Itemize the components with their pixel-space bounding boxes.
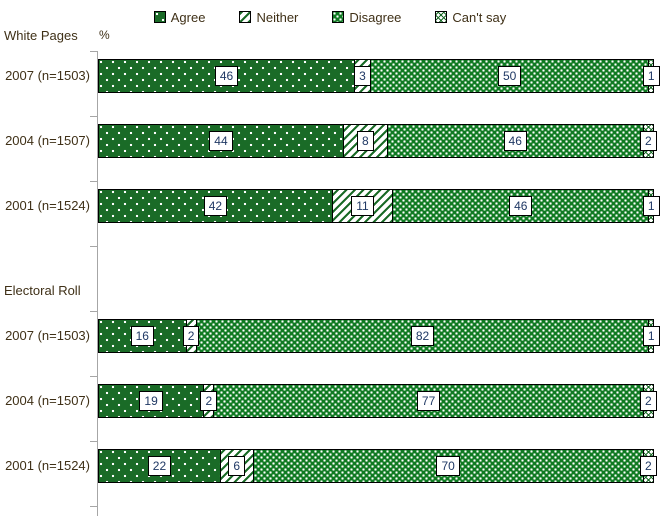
legend-item-label: Neither: [256, 9, 299, 25]
axis-tick: [90, 181, 97, 182]
group-label-white-pages: White Pages: [4, 28, 78, 43]
legend-item-label: Disagree: [349, 9, 402, 25]
bar-segment-agree[interactable]: 44: [98, 124, 344, 158]
category-label: 2004 (n=1507): [5, 393, 90, 408]
data-label: 19: [139, 391, 163, 411]
stacked-bar: 46 3 50 1: [98, 59, 660, 93]
data-label: 1: [642, 196, 660, 216]
legend-item-label: Can't say: [452, 9, 507, 25]
bar-segment-can-t-say[interactable]: 2: [640, 124, 657, 158]
data-label: 46: [214, 66, 239, 86]
category-label: 2007 (n=1503): [5, 68, 90, 83]
bar-segment-agree[interactable]: 19: [98, 384, 205, 418]
stacked-bar: 42 11 46 1: [98, 189, 660, 223]
bar-segment-neither[interactable]: 8: [342, 124, 388, 158]
data-label: 22: [147, 456, 172, 476]
legend-swatch-disagree: [332, 11, 345, 23]
axis-tick: [90, 116, 97, 117]
bar-segment-agree[interactable]: 42: [98, 189, 333, 223]
bar-segment-can-t-say[interactable]: 2: [640, 449, 657, 483]
data-label: 82: [410, 326, 435, 346]
data-label: 44: [209, 131, 233, 151]
legend-item-label: Agree: [170, 9, 206, 25]
axis-tick: [90, 506, 97, 507]
legend-swatch-cantsay: [435, 11, 448, 23]
data-label: 11: [351, 196, 374, 216]
bar-segment-disagree[interactable]: 77: [213, 384, 644, 418]
stacked-bar: 19 2 77 2: [98, 384, 657, 418]
data-label: 1: [642, 326, 660, 346]
bar-segment-can-t-say[interactable]: 1: [642, 189, 660, 223]
group-label-electoral-roll: Electoral Roll: [4, 283, 81, 298]
data-label: 2: [640, 456, 657, 476]
stacked-bar: 44 8 46 2: [98, 124, 657, 158]
data-label: 77: [416, 391, 441, 411]
data-label: 16: [130, 326, 154, 346]
data-label: 2: [640, 131, 657, 151]
data-label: 3: [354, 66, 371, 86]
bar-segment-can-t-say[interactable]: 2: [640, 384, 657, 418]
data-label: 50: [497, 66, 522, 86]
data-label: 2: [182, 326, 200, 346]
axis-tick: [90, 51, 97, 52]
legend-swatch-agree: [153, 11, 166, 23]
bar-segment-can-t-say[interactable]: 1: [642, 319, 660, 353]
data-label: 6: [228, 456, 246, 476]
chart-plot-area: % White Pages Electoral Roll 2007 (n=1503…: [0, 28, 660, 516]
bar-segment-disagree[interactable]: 46: [392, 189, 650, 223]
category-label: 2001 (n=1524): [5, 198, 90, 213]
stacked-bar: 16 2 82 1: [98, 319, 660, 353]
bar-segment-disagree[interactable]: 50: [369, 59, 650, 93]
data-label: 46: [509, 196, 533, 216]
legend-item-agree[interactable]: Agree: [153, 9, 206, 25]
bar-segment-can-t-say[interactable]: 1: [642, 59, 660, 93]
axis-tick: [90, 441, 97, 442]
data-label: 2: [200, 391, 218, 411]
bar-segment-agree[interactable]: 22: [98, 449, 221, 483]
category-label: 2004 (n=1507): [5, 133, 90, 148]
axis-tick: [90, 376, 97, 377]
axis-tick: [90, 246, 97, 247]
legend-item-disagree[interactable]: Disagree: [332, 11, 401, 24]
category-axis-line: [97, 51, 98, 516]
data-label: 2: [640, 391, 657, 411]
bar-segment-disagree[interactable]: 70: [252, 449, 644, 483]
bar-segment-neither[interactable]: 3: [354, 59, 371, 93]
bar-segment-neither[interactable]: 11: [331, 189, 394, 223]
stacked-bar: 22 6 70 2: [98, 449, 657, 483]
legend-swatch-neither: [239, 11, 252, 23]
bar-segment-agree[interactable]: 46: [98, 59, 356, 93]
bar-segment-disagree[interactable]: 82: [195, 319, 650, 353]
data-label: 8: [356, 131, 374, 151]
category-label: 2007 (n=1503): [5, 328, 90, 343]
axis-unit-label: %: [99, 28, 110, 42]
legend-item-can-t-say[interactable]: Can't say: [435, 11, 506, 24]
bar-segment-agree[interactable]: 16: [98, 319, 187, 353]
data-label: 70: [436, 456, 460, 476]
legend-item-neither[interactable]: Neither: [239, 11, 298, 24]
data-label: 46: [503, 131, 527, 151]
data-label: 1: [642, 66, 660, 86]
data-label: 42: [203, 196, 228, 216]
category-label: 2001 (n=1524): [5, 458, 90, 473]
axis-tick: [90, 311, 97, 312]
bar-segment-disagree[interactable]: 46: [386, 124, 644, 158]
bar-segment-neither[interactable]: 6: [219, 449, 254, 483]
chart-legend: Agree Neither Disagree Can't say: [0, 6, 660, 28]
